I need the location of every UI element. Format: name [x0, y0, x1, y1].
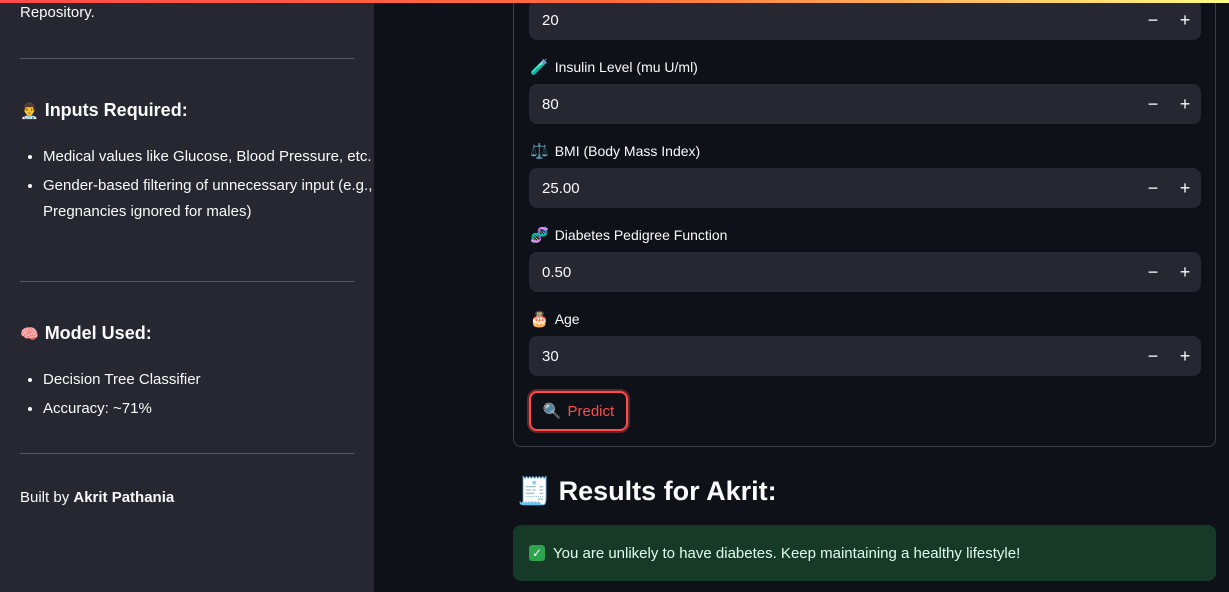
results-title: 🧾 Results for Akrit:	[517, 475, 777, 507]
results-title-text: Results for Akrit:	[558, 475, 777, 506]
increment-button[interactable]: +	[1169, 0, 1201, 40]
input-value[interactable]: 20	[529, 12, 1137, 29]
result-message: You are unlikely to have diabetes. Keep …	[553, 544, 1021, 562]
input-value[interactable]: 25.00	[529, 180, 1137, 197]
top-decoration-bar	[0, 0, 1229, 3]
inputs-heading-text: Inputs Required:	[44, 100, 188, 120]
model-heading: 🧠 Model Used:	[20, 323, 152, 344]
increment-button[interactable]: +	[1169, 84, 1201, 124]
increment-button[interactable]: +	[1169, 336, 1201, 376]
magnifier-icon: 🔍	[542, 403, 562, 420]
bmi-label: ⚖️ BMI (Body Mass Index)	[530, 142, 700, 160]
brain-icon: 🧠	[20, 325, 39, 343]
insulin-label: 🧪 Insulin Level (mu U/ml)	[530, 58, 698, 76]
inputs-heading: 👨‍⚕️ Inputs Required:	[20, 100, 188, 121]
cake-icon: 🎂	[530, 311, 549, 328]
author-name: Akrit Pathania	[73, 489, 175, 506]
dna-icon: 🧬	[530, 227, 549, 244]
pedigree-label: 🧬 Diabetes Pedigree Function	[530, 226, 727, 244]
input-value[interactable]: 80	[529, 96, 1137, 113]
list-item: Medical values like Glucose, Blood Press…	[43, 144, 373, 170]
predict-label: Predict	[567, 402, 615, 420]
decrement-button[interactable]: −	[1137, 0, 1169, 40]
insulin-label-text: Insulin Level (mu U/ml)	[554, 59, 698, 75]
input-value[interactable]: 0.50	[529, 264, 1137, 281]
age-input[interactable]: 30 − +	[529, 336, 1201, 376]
bmi-input[interactable]: 25.00 − +	[529, 168, 1201, 208]
built-by-prefix: Built by	[20, 489, 74, 506]
bmi-label-text: BMI (Body Mass Index)	[554, 143, 701, 159]
success-alert: ✓ You are unlikely to have diabetes. Kee…	[513, 525, 1216, 581]
check-icon: ✓	[529, 545, 545, 561]
decrement-button[interactable]: −	[1137, 336, 1169, 376]
decrement-button[interactable]: −	[1137, 168, 1169, 208]
list-item: Accuracy: ~71%	[43, 396, 373, 422]
main-content: 20 − + 🧪 Insulin Level (mu U/ml) 80 − + …	[374, 0, 1229, 592]
pedigree-label-text: Diabetes Pedigree Function	[554, 227, 728, 243]
increment-button[interactable]: +	[1169, 168, 1201, 208]
list-item: Gender-based filtering of unnecessary in…	[43, 173, 373, 225]
insulin-input[interactable]: 80 − +	[529, 84, 1201, 124]
input-value[interactable]: 30	[529, 348, 1137, 365]
increment-button[interactable]: +	[1169, 252, 1201, 292]
scale-icon: ⚖️	[530, 143, 549, 160]
list-item: Decision Tree Classifier	[43, 367, 373, 393]
skin-thickness-input[interactable]: 20 − +	[529, 0, 1201, 40]
built-by: Built by Akrit Pathania	[20, 485, 174, 511]
inputs-list: Medical values like Glucose, Blood Press…	[20, 144, 373, 228]
age-label-text: Age	[554, 311, 580, 327]
age-label: 🎂 Age	[530, 310, 580, 328]
model-heading-text: Model Used:	[44, 323, 152, 343]
divider	[20, 58, 354, 59]
decrement-button[interactable]: −	[1137, 252, 1169, 292]
predict-button[interactable]: 🔍 Predict	[529, 391, 628, 431]
doctor-icon: 👨‍⚕️	[20, 102, 39, 120]
decrement-button[interactable]: −	[1137, 84, 1169, 124]
divider	[20, 453, 354, 454]
repo-text: Repository.	[20, 4, 95, 21]
pedigree-input[interactable]: 0.50 − +	[529, 252, 1201, 292]
model-list: Decision Tree Classifier Accuracy: ~71%	[20, 367, 373, 425]
divider	[20, 281, 354, 282]
sidebar: Repository. 👨‍⚕️ Inputs Required: Medica…	[0, 0, 374, 592]
receipt-icon: 🧾	[517, 476, 551, 506]
test-tube-icon: 🧪	[530, 59, 549, 76]
